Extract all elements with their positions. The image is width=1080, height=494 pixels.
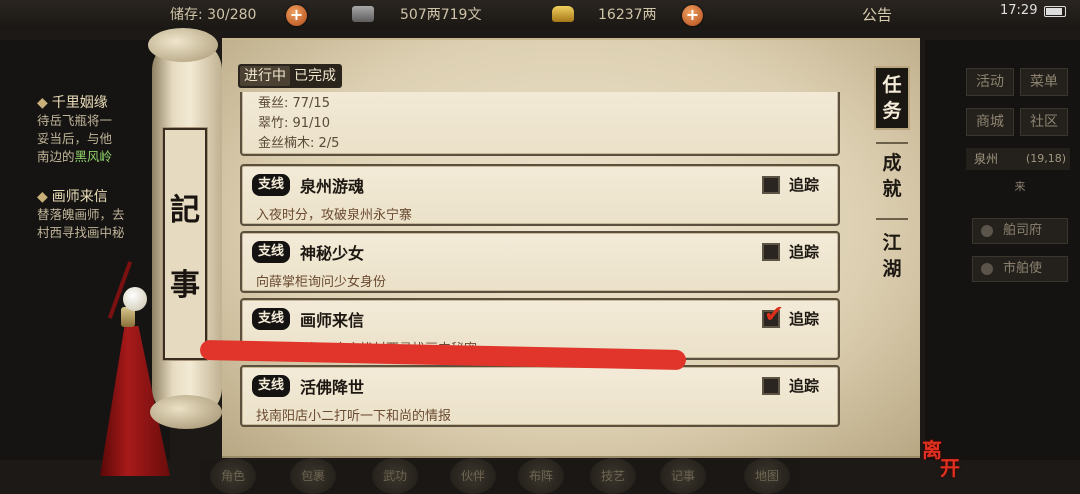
track-label: 追踪 [789,377,820,395]
storage-add-button[interactable]: + [286,5,307,26]
menu-journal[interactable]: 记事 [660,458,706,494]
menu-map[interactable]: 地图 [744,458,790,494]
location-name: 泉州 [974,152,999,166]
silver-amount: 507两719文 [400,7,482,23]
tab-completed[interactable]: 已完成 [290,66,340,86]
quest-card-partial[interactable]: 蚕丝: 77/15 翠竹: 91/10 金丝楠木: 2/5 [240,92,840,156]
quest-description: 向薛掌柜询问少女身份 [256,275,387,290]
category-tab-achievements[interactable]: 成就 [874,150,910,214]
location-display: 泉州 (19,18) [966,148,1070,170]
place-link[interactable]: 黑风岭 [75,149,113,164]
system-clock: 17:29 [1000,3,1038,18]
activity-button[interactable]: 活动 [966,68,1014,96]
tracker-quest-line: 替落魄画师，去 [37,207,125,222]
track-toggle[interactable]: 追踪 [762,375,842,397]
quest-list[interactable]: 蚕丝: 77/15 翠竹: 91/10 金丝楠木: 2/5 支线 泉州游魂 入夜… [240,92,842,444]
track-toggle[interactable]: 追踪 [762,174,842,196]
quest-card[interactable]: 支线 神秘少女 向薛掌柜询问少女身份 追踪 [240,231,840,293]
quest-type-badge: 支线 [252,375,290,397]
scroll-roll-top [148,28,218,62]
track-toggle[interactable]: 追踪 [762,241,842,263]
quest-type-badge: 支线 [252,174,290,196]
menu-character[interactable]: 角色 [210,458,256,494]
track-checkbox[interactable] [762,176,780,194]
tab-ongoing[interactable]: 进行中 [240,66,290,86]
quest-name: 泉州游魂 [300,177,365,196]
silver-icon [352,6,374,22]
quest-name: 画师来信 [300,311,365,330]
quest-type-badge: 支线 [252,308,290,330]
tab-divider [876,218,908,220]
battery-icon [1044,6,1066,17]
minimap-strip[interactable]: 来 [980,178,1060,194]
status-tab-toggle: 进行中 已完成 [238,64,342,88]
menu-inventory[interactable]: 包裹 [290,458,336,494]
npc-button-shibosi[interactable]: 舶司府 [972,218,1068,244]
material-requirement: 金丝楠木: 2/5 [258,136,340,151]
gold-add-button[interactable]: + [682,5,703,26]
quest-description: 找南阳店小二打听一下和尚的情报 [256,409,452,424]
quest-card[interactable]: 支线 活佛降世 找南阳店小二打听一下和尚的情报 追踪 [240,365,840,427]
scroll-roll-bottom [150,395,222,429]
location-coords: (19,18) [1025,152,1066,165]
category-tab-jianghu[interactable]: 江湖 [874,230,910,294]
quest-name: 活佛降世 [300,378,365,397]
material-requirement: 蚕丝: 77/15 [258,96,330,111]
right-side-panel [925,40,1080,460]
tracker-quest-title[interactable]: ◆ 画师来信 [37,186,108,206]
tracker-quest-line: 待岳飞瓶将一 [37,113,113,128]
storage-count: 储存: 30/280 [170,7,257,23]
menu-partners[interactable]: 伙伴 [450,458,496,494]
jade-bead [123,287,147,311]
scroll-title-char: 事 [170,268,200,303]
community-button[interactable]: 社区 [1020,108,1068,136]
quest-name: 神秘少女 [300,244,365,263]
shop-button[interactable]: 商城 [966,108,1014,136]
scroll-title-label [162,127,208,361]
track-label: 追踪 [789,243,820,261]
checkmark-icon: ✔ [764,300,785,328]
tab-divider [876,142,908,144]
quest-type-badge: 支线 [252,241,290,263]
material-requirement: 翠竹: 91/10 [258,116,330,131]
top-status-bar: 储存: 30/280 + 507两719文 16237两 + 公告 17:29 [0,0,1080,30]
npc-button-shiboshi[interactable]: 市舶使 [972,256,1068,282]
track-label: 追踪 [789,176,820,194]
menu-crafts[interactable]: 技艺 [590,458,636,494]
menu-skills[interactable]: 武功 [372,458,418,494]
quest-card[interactable]: 支线 泉州游魂 入夜时分，攻破泉州永宁寨 追踪 [240,164,840,226]
menu-button[interactable]: 菜单 [1020,68,1068,96]
leave-char: 开 [940,456,960,480]
gold-ingot-icon [552,6,574,22]
leave-char: 离 [922,438,942,462]
menu-formation[interactable]: 布阵 [518,458,564,494]
tracker-quest-line: 妥当后，与他 [37,131,113,146]
track-label: 追踪 [789,310,820,328]
track-checkbox[interactable] [762,377,780,395]
track-toggle[interactable]: ✔ 追踪 [762,302,842,330]
leave-button[interactable]: 离 开 [918,430,970,482]
notice-button[interactable]: 公告 [862,4,892,25]
category-tabs: 任务 成就 江湖 [864,58,920,438]
tracker-quest-line: 南边的黑风岭 [37,149,113,164]
gold-amount: 16237两 [598,7,657,23]
category-tab-quests[interactable]: 任务 [874,66,910,130]
quest-description: 入夜时分，攻破泉州永宁寨 [256,208,413,223]
track-checkbox[interactable] [762,243,780,261]
tracker-quest-title[interactable]: ◆ 千里姻缘 [37,92,108,112]
tracker-quest-line: 村西寻找画中秘 [37,225,125,240]
scroll-title-char: 記 [170,193,200,228]
